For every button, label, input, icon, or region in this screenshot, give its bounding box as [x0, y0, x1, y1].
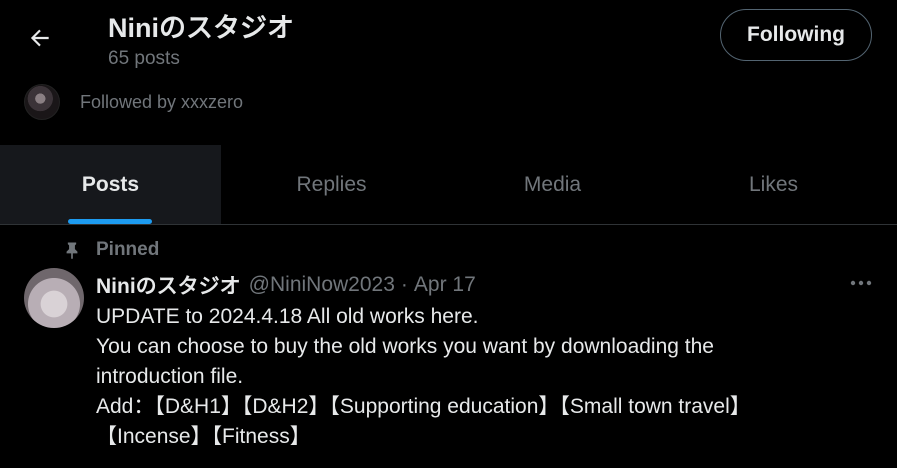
- post-line: introduction file.: [96, 365, 244, 388]
- post-line: You can choose to buy the old works you …: [96, 335, 714, 358]
- following-button[interactable]: Following: [720, 9, 872, 61]
- post-line: UPDATE to 2024.4.18 All old works here.: [96, 305, 479, 328]
- post-date[interactable]: Apr 17: [414, 273, 476, 297]
- tab-label: Likes: [748, 172, 799, 196]
- tab-replies[interactable]: Replies: [221, 145, 442, 224]
- tab-label: Media: [523, 172, 582, 196]
- pin-icon: [60, 238, 84, 262]
- post-text: UPDATE to 2024.4.18 All old works here. …: [96, 302, 886, 452]
- profile-header: Niniのスタジオ 65 posts Following: [0, 0, 897, 82]
- back-button[interactable]: [22, 20, 58, 56]
- author-name[interactable]: Niniのスタジオ: [96, 270, 241, 300]
- active-tab-indicator: [68, 219, 152, 224]
- tab-media[interactable]: Media: [442, 145, 663, 224]
- more-horizontal-icon: [850, 280, 872, 286]
- tab-likes[interactable]: Likes: [663, 145, 884, 224]
- post-header: Niniのスタジオ @NiniNow2023 · Apr 17: [96, 270, 476, 300]
- tab-label: Posts: [81, 172, 140, 196]
- followed-by-row[interactable]: Followed by xxxzero: [24, 84, 243, 120]
- post-line: Add：【D&H1】【D&H2】【Supporting education】【S…: [96, 395, 751, 418]
- profile-tabs: Posts Replies Media Likes: [0, 145, 897, 225]
- pinned-label: Pinned: [96, 239, 160, 260]
- tab-label: Replies: [296, 172, 367, 196]
- more-options-button[interactable]: [846, 270, 876, 296]
- profile-name: Niniのスタジオ: [108, 13, 294, 43]
- author-handle[interactable]: @NiniNow2023: [249, 273, 395, 297]
- arrow-left-icon: [30, 29, 49, 47]
- follower-avatar[interactable]: [24, 84, 60, 120]
- post-line: 【Incense】【Fitness】: [96, 425, 311, 448]
- followed-by-text: Followed by xxxzero: [80, 91, 244, 112]
- tab-posts[interactable]: Posts: [0, 145, 221, 224]
- pinned-indicator: Pinned: [60, 236, 159, 264]
- posts-count: 65 posts: [108, 48, 180, 69]
- author-avatar[interactable]: [24, 268, 84, 328]
- separator: ·: [400, 273, 408, 296]
